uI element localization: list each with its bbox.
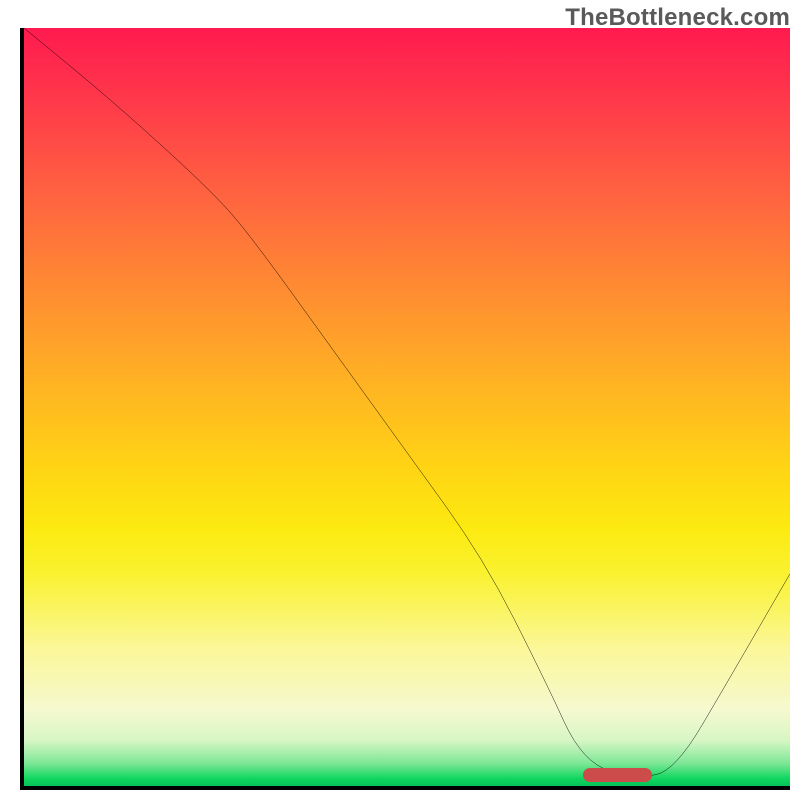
- plot-area: [20, 28, 790, 790]
- watermark-text: TheBottleneck.com: [565, 4, 790, 32]
- curve-svg: [24, 28, 790, 786]
- bottleneck-curve-path: [24, 28, 790, 776]
- optimum-marker: [583, 768, 652, 782]
- bottleneck-chart: TheBottleneck.com: [0, 0, 800, 800]
